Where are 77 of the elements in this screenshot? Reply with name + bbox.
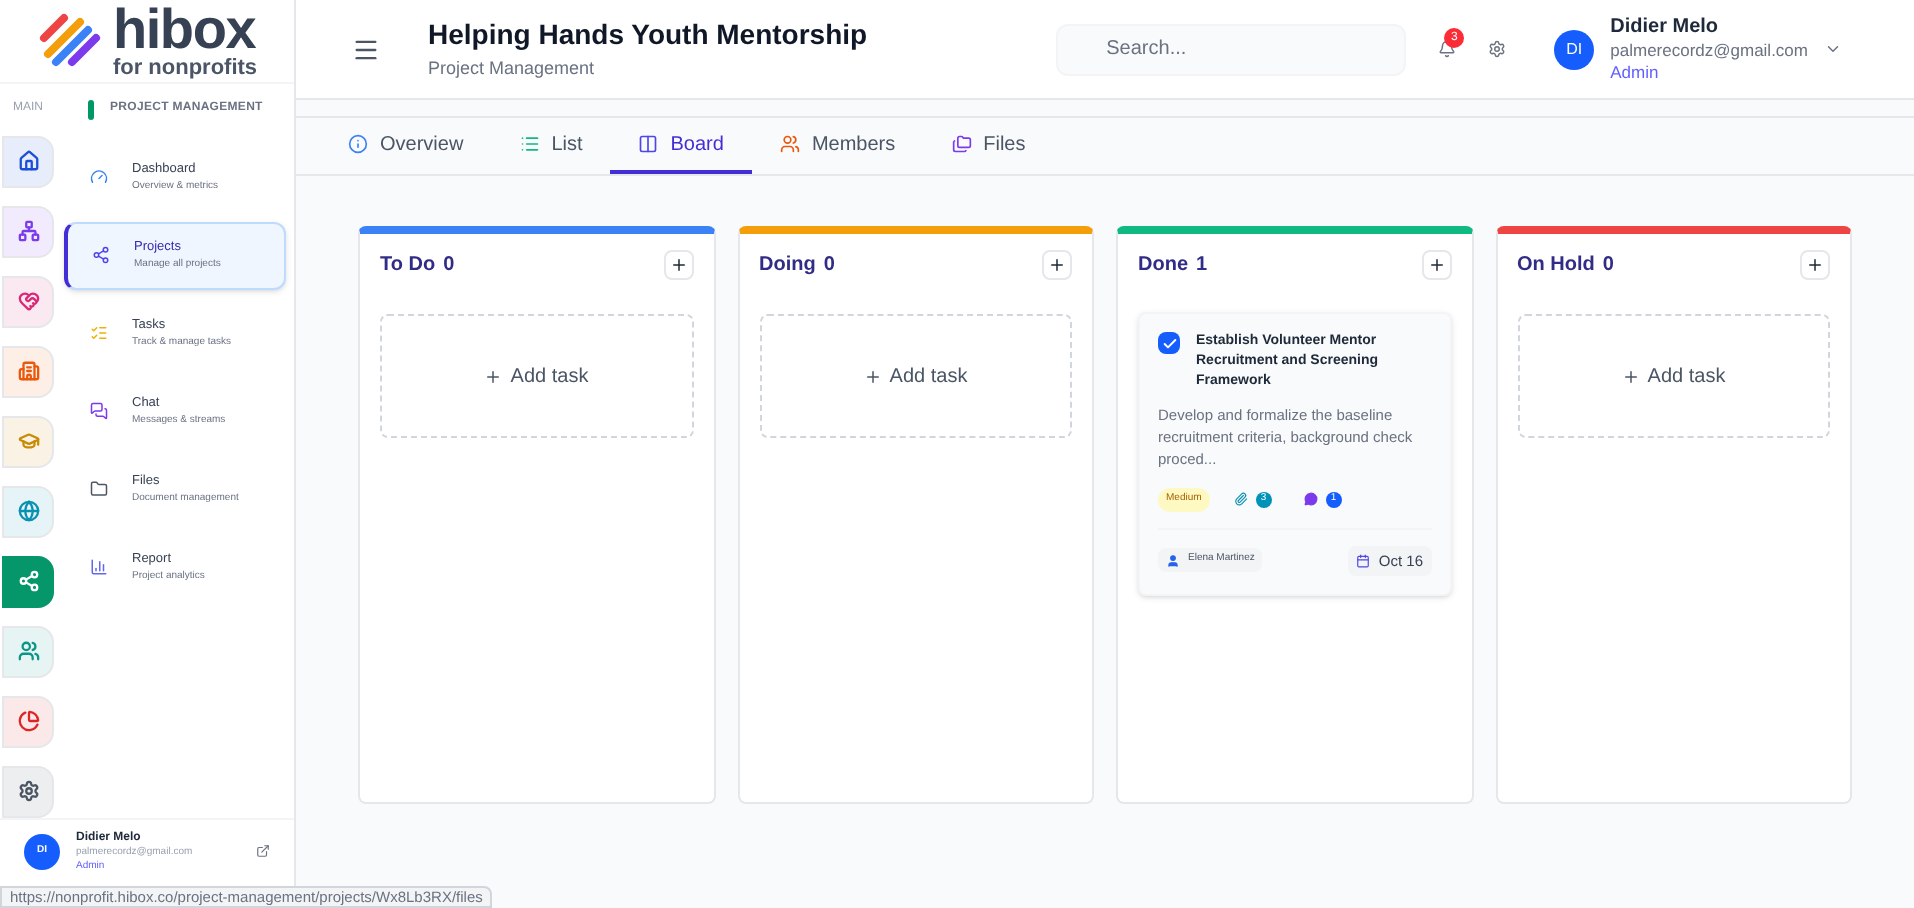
- column-count: 0: [1602, 251, 1614, 279]
- folder-icon: [90, 480, 108, 499]
- paperclip-icon: [1233, 492, 1248, 507]
- graduation-cap-icon: [17, 430, 39, 453]
- rail-button[interactable]: [2, 275, 54, 328]
- check-icon: [1161, 335, 1177, 351]
- nodes-icon: [92, 246, 110, 265]
- add-task-button[interactable]: Add task: [1517, 314, 1830, 438]
- column-count: 0: [823, 251, 835, 279]
- add-button[interactable]: [1042, 249, 1072, 279]
- rail-button[interactable]: [2, 625, 54, 678]
- calendar-icon: [1356, 553, 1371, 568]
- tab[interactable]: Board: [610, 118, 752, 174]
- rail-button[interactable]: [2, 485, 54, 538]
- menu-icon[interactable]: [352, 35, 380, 63]
- tab[interactable]: Overview: [320, 118, 492, 174]
- add-task-button[interactable]: Add task: [759, 314, 1072, 438]
- gauge-icon: [90, 168, 108, 187]
- plus-icon: [1048, 255, 1066, 273]
- plus-icon: [1427, 255, 1445, 273]
- tab[interactable]: Files: [923, 118, 1054, 174]
- logo-name: hibox: [112, 1, 258, 58]
- rail-button[interactable]: [2, 345, 54, 398]
- people-icon: [17, 640, 39, 663]
- tab[interactable]: Members: [751, 118, 924, 174]
- user-name: Didier Melo: [1610, 15, 1721, 41]
- logo-tagline: for nonprofits: [112, 57, 258, 80]
- logo-icon: [36, 10, 105, 71]
- folder-icon: [951, 134, 972, 154]
- bell-icon[interactable]: [1438, 40, 1457, 58]
- checklist-icon: [90, 324, 108, 343]
- chat-icon: [90, 402, 108, 421]
- task-checkbox[interactable]: [1158, 332, 1180, 354]
- rail-button[interactable]: [2, 695, 54, 748]
- nodes-icon: [17, 570, 39, 593]
- plus-icon: [669, 255, 687, 273]
- column-count: 0: [443, 251, 455, 279]
- info-icon: [348, 134, 368, 154]
- add-button[interactable]: [663, 249, 693, 279]
- globe-icon: [17, 500, 39, 523]
- add-button[interactable]: [1800, 249, 1830, 279]
- sitemap-icon: [17, 220, 39, 243]
- board-icon: [638, 134, 659, 154]
- page-title: Helping Hands Youth Mentorship: [428, 16, 870, 55]
- user-role: Admin: [1610, 61, 1661, 83]
- plus-icon: [1621, 367, 1640, 385]
- building-icon: [17, 360, 39, 383]
- people-icon: [779, 134, 800, 154]
- home-icon: [17, 150, 39, 173]
- person-icon: [1166, 553, 1180, 568]
- user-avatar: DI: [1554, 29, 1595, 69]
- external-link-icon[interactable]: [256, 844, 270, 859]
- plus-icon: [1806, 255, 1824, 273]
- comment-icon: [1303, 492, 1318, 507]
- tab[interactable]: List: [491, 118, 611, 174]
- rail-button[interactable]: [2, 555, 54, 608]
- settings-icon[interactable]: [1488, 40, 1507, 58]
- pie-chart-icon: [17, 710, 39, 733]
- rail-button[interactable]: [2, 135, 54, 188]
- rail-button[interactable]: [2, 765, 54, 818]
- column-title: Doing: [759, 251, 816, 279]
- bar-chart-icon: [90, 558, 108, 577]
- plus-icon: [484, 367, 503, 385]
- settings-icon: [17, 780, 39, 803]
- add-task-button[interactable]: Add task: [380, 314, 693, 438]
- plus-icon: [863, 367, 882, 385]
- column-title: Done: [1138, 251, 1188, 279]
- rail-button[interactable]: [2, 205, 54, 258]
- user-email: palmerecordz@gmail.com: [1610, 40, 1808, 62]
- handshake-icon: [17, 290, 39, 313]
- page-subtitle: Project Management: [428, 56, 597, 83]
- column-count: 1: [1196, 251, 1208, 279]
- column-title: On Hold: [1517, 251, 1595, 279]
- add-button[interactable]: [1421, 249, 1451, 279]
- column-title: To Do: [380, 251, 436, 279]
- search-field[interactable]: Search...: [1056, 23, 1407, 75]
- chevron-down-icon[interactable]: [1824, 40, 1842, 58]
